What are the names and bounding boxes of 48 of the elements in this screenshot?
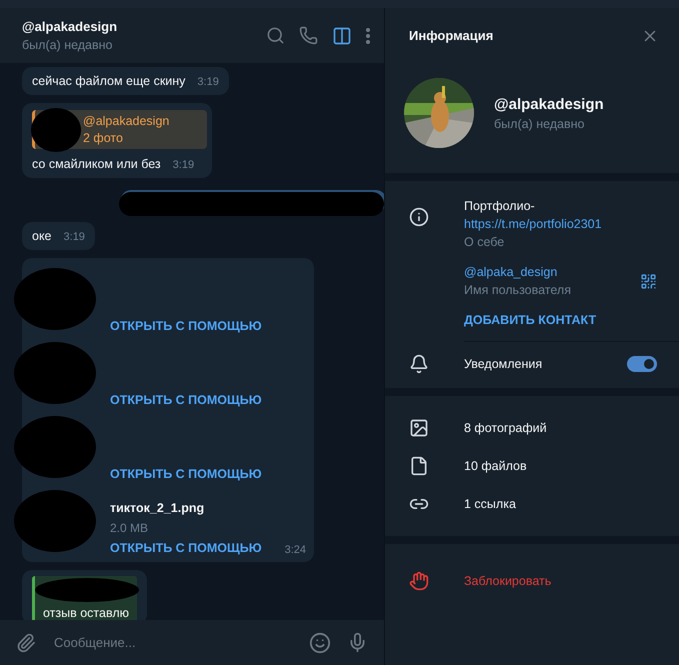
file-icon [409, 456, 429, 476]
image-icon [409, 418, 429, 438]
attach-button[interactable] [16, 632, 36, 652]
info-icon [409, 207, 429, 227]
qr-code-button[interactable] [640, 272, 657, 290]
file-name: тикток_2_1.png [110, 501, 206, 515]
message-text: со смайликом или без [32, 157, 161, 171]
message-text: сейчас файлом еще скину [32, 74, 186, 88]
bio-link[interactable]: https://t.me/portfolio2301 [464, 217, 657, 231]
block-button[interactable]: Заблокировать [385, 562, 679, 600]
open-with-link[interactable]: ОТКРЫТЬ С ПОМОЩЬЮ [110, 393, 262, 407]
redaction-mark [31, 108, 81, 152]
chat-title: @alpakadesign [22, 19, 118, 34]
bell-icon [409, 354, 429, 374]
open-with-link[interactable]: ОТКРЫТЬ С ПОМОЩЬЮ [110, 541, 262, 555]
media-row[interactable]: 1 ссылка [385, 485, 679, 523]
message-text: оке [32, 229, 52, 243]
message-time: 3:19 [172, 159, 194, 171]
message-text: отзыв оставлю [43, 606, 129, 620]
reply-text: 2 фото [83, 131, 124, 145]
reply-preview[interactable]: @alpakadesign 2 фото [32, 110, 207, 149]
bio-label: О себе [464, 235, 506, 249]
open-with-link[interactable]: ОТКРЫТЬ С ПОМОЩЬЮ [110, 467, 262, 481]
notifications-label: Уведомления [464, 357, 544, 371]
file-size: 2.0 MB [110, 521, 150, 535]
open-with-link[interactable]: ОТКРЫТЬ С ПОМОЩЬЮ [110, 319, 262, 333]
media-row[interactable]: 10 файлов [385, 447, 679, 485]
profile-status: был(а) недавно [494, 116, 586, 130]
more-icon [366, 28, 370, 44]
side-panel-button[interactable] [332, 26, 352, 46]
search-button[interactable] [266, 26, 285, 45]
media-row[interactable]: 8 фотографий [385, 409, 679, 447]
username-label: Имя пользователя [464, 283, 572, 297]
profile-name: @alpakadesign [494, 96, 605, 112]
phone-button[interactable] [299, 26, 318, 45]
emoji-button[interactable] [309, 632, 331, 654]
username-link[interactable]: @alpaka_design [464, 265, 640, 279]
message-time: 3:19 [64, 231, 85, 243]
reply-author: @alpakadesign [83, 114, 170, 128]
more-button[interactable] [366, 28, 370, 44]
chat-status: был(а) недавно [22, 38, 114, 52]
add-contact-button[interactable]: ДОБАВИТЬ КОНТАКТ [464, 313, 596, 327]
hand-icon [409, 571, 429, 591]
message-time: 3:24 [284, 544, 306, 556]
message-time: 3:19 [197, 76, 219, 88]
bio-text: Портфолио- [464, 199, 536, 213]
notifications-toggle[interactable] [627, 356, 657, 372]
panel-title: Информация [409, 28, 494, 43]
